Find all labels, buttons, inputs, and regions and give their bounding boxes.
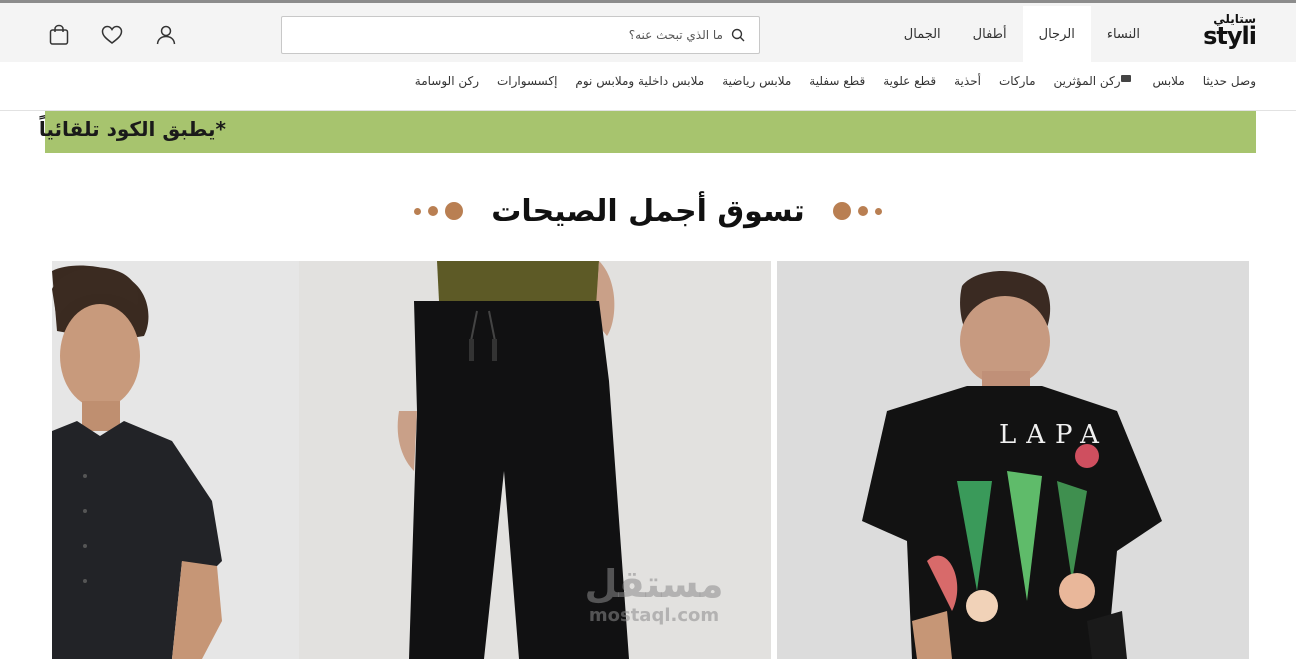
styli-logo[interactable]: ستايلي styli xyxy=(1192,13,1257,50)
bag-icon[interactable] xyxy=(47,23,71,47)
cat-underwear-sleepwear[interactable]: ملابس داخلية وملابس نوم xyxy=(575,74,704,88)
cat-influencers-label: ركن المؤثرين xyxy=(1053,74,1121,88)
search-icon[interactable] xyxy=(731,28,745,42)
black-pants-image xyxy=(299,261,771,659)
category-nav: وصل حديثا ملابس ركن المؤثرين ماركات أحذي… xyxy=(0,62,1296,111)
man-shirt-image xyxy=(52,261,299,659)
section-title: تسوق أجمل الصيحات xyxy=(491,193,805,229)
user-icon[interactable] xyxy=(154,23,178,47)
section-header: تسوق أجمل الصيحات xyxy=(0,188,1296,234)
promo-text: *يطبق الكود تلقائياً xyxy=(38,117,226,141)
product-tile-pants[interactable] xyxy=(299,261,771,659)
tab-kids[interactable]: أطفال xyxy=(957,6,1023,62)
product-tile-tshirt[interactable]: LAPA xyxy=(777,261,1249,659)
cat-clothing[interactable]: ملابس xyxy=(1153,74,1185,88)
cat-new-arrivals[interactable]: وصل حديثا xyxy=(1203,74,1256,88)
search-input[interactable] xyxy=(323,28,723,42)
cat-tops[interactable]: قطع علوية xyxy=(883,74,936,88)
tab-beauty[interactable]: الجمال xyxy=(888,6,957,62)
product-tile-shirt[interactable] xyxy=(52,261,299,659)
logo-english: styli xyxy=(1203,22,1257,50)
graphic-tshirt-image: LAPA xyxy=(777,261,1249,659)
heart-icon[interactable] xyxy=(100,23,124,47)
dots-right-decoration xyxy=(832,202,882,220)
dots-left-decoration xyxy=(414,202,464,220)
cat-grooming[interactable]: ركن الوسامة xyxy=(415,74,479,88)
promo-banner[interactable]: *يطبق الكود تلقائياً xyxy=(39,111,1256,153)
search-box[interactable] xyxy=(281,16,760,54)
cat-accessories[interactable]: إكسسوارات xyxy=(497,74,557,88)
tab-women[interactable]: النساء xyxy=(1091,6,1156,62)
top-header: ستايلي styli النساء الرجال أطفال الجمال xyxy=(0,0,1296,62)
cat-brands[interactable]: ماركات xyxy=(999,74,1036,88)
gender-tabs: النساء الرجال أطفال الجمال xyxy=(888,6,1156,62)
tab-men[interactable]: الرجال xyxy=(1022,6,1091,62)
cat-shoes[interactable]: أحذية xyxy=(954,74,981,88)
cat-sportswear[interactable]: ملابس رياضية xyxy=(722,74,791,88)
cat-bottoms[interactable]: قطع سفلية xyxy=(809,74,865,88)
influencer-badge-icon xyxy=(1120,74,1131,82)
cat-influencers[interactable]: ركن المؤثرين xyxy=(1054,74,1135,88)
category-list: وصل حديثا ملابس ركن المؤثرين ماركات أحذي… xyxy=(397,74,1256,88)
